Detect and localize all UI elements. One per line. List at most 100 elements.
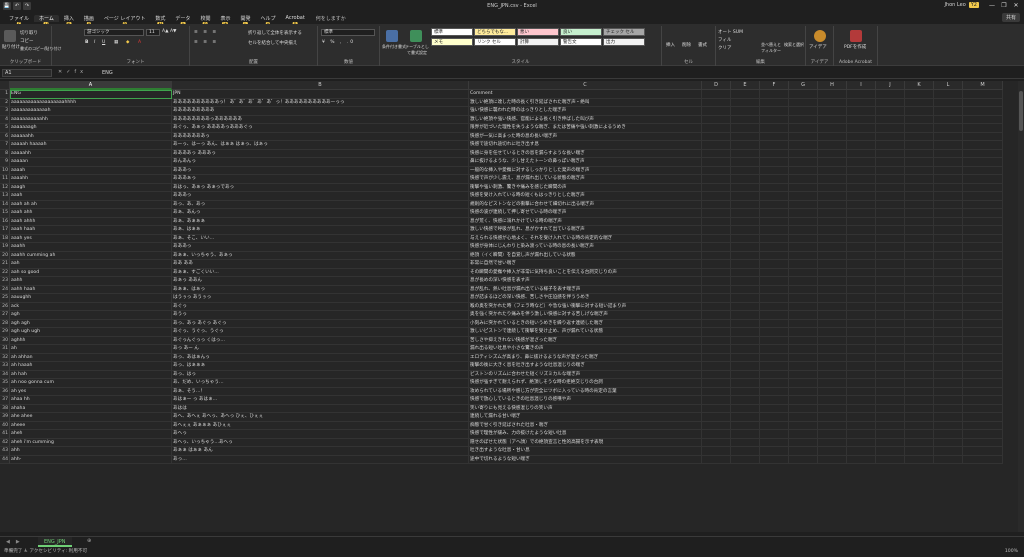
grid-cell[interactable]	[847, 455, 876, 464]
grid-cell[interactable]	[731, 421, 760, 430]
grid-cell[interactable]	[934, 149, 963, 158]
grid-cell[interactable]	[905, 455, 934, 464]
fx-icon[interactable]: fx	[74, 69, 87, 75]
grid-cell[interactable]	[702, 234, 731, 243]
grid-cell[interactable]	[731, 175, 760, 184]
grid-cell[interactable]	[760, 455, 789, 464]
grid-cell[interactable]	[847, 396, 876, 405]
grid-cell[interactable]	[702, 328, 731, 337]
grid-cell[interactable]	[876, 277, 905, 286]
grid-cell[interactable]: aah	[10, 260, 172, 269]
grid-cell[interactable]	[731, 438, 760, 447]
grid-cell[interactable]	[760, 370, 789, 379]
grid-cell[interactable]: あぁ、あんっ	[172, 209, 469, 218]
grid-cell[interactable]: aahh	[10, 277, 172, 286]
grid-cell[interactable]: 激しい絶頂や強い快感、官能による長く引き伸ばした叫び声	[469, 115, 702, 124]
zoom-level[interactable]: 100%	[1005, 547, 1018, 557]
clear-button[interactable]: クリア	[718, 45, 732, 51]
grid-cell[interactable]	[760, 404, 789, 413]
grid-cell[interactable]	[760, 141, 789, 150]
grid-cell[interactable]: 息が乱れ、熱い吐息が漏れ出ている様子を表す喘ぎ声	[469, 285, 702, 294]
grid-cell[interactable]	[760, 294, 789, 303]
grid-cell[interactable]	[905, 387, 934, 396]
grid-cell[interactable]: 快感に身を任せているときの息を漏らすような長い喘ぎ	[469, 149, 702, 158]
grid-cell[interactable]	[818, 302, 847, 311]
grid-cell[interactable]	[847, 217, 876, 226]
grid-cell[interactable]	[789, 302, 818, 311]
grid-cell[interactable]: aah so good	[10, 268, 172, 277]
grid-cell[interactable]	[963, 98, 1003, 107]
grid-cell[interactable]	[876, 107, 905, 116]
grid-cell[interactable]: aheh	[10, 430, 172, 439]
grid-cell[interactable]	[876, 115, 905, 124]
grid-cell[interactable]	[789, 285, 818, 294]
grid-cell[interactable]: aaaaaaagh	[10, 124, 172, 133]
delete-cells-button[interactable]: 削除	[682, 42, 691, 48]
underline-icon[interactable]: U	[102, 40, 105, 45]
grid-cell[interactable]	[963, 319, 1003, 328]
grid-cell[interactable]: 鼻に抜けるような、少し甘えたトーンの鼻っぽい喘ぎ声	[469, 158, 702, 167]
add-sheet-button[interactable]: ⊕	[87, 538, 91, 544]
grid-cell[interactable]	[789, 294, 818, 303]
grid-cell[interactable]	[963, 438, 1003, 447]
grid-cell[interactable]	[818, 396, 847, 405]
grid-cell[interactable]	[934, 217, 963, 226]
grid-cell[interactable]	[876, 421, 905, 430]
grid-cell[interactable]: 息が荒く、快感に溺れかけている時の喘ぎ声	[469, 217, 702, 226]
row-header[interactable]: 42	[0, 438, 10, 447]
grid-cell[interactable]	[731, 124, 760, 133]
find-select-button[interactable]: 検索と選択	[784, 42, 804, 48]
grid-cell[interactable]	[760, 90, 789, 99]
ribbon-tab[interactable]: AcrobatB	[281, 15, 310, 27]
grid-cell[interactable]	[702, 217, 731, 226]
grid-cell[interactable]: あ、だめ、いっちゃう…	[172, 379, 469, 388]
grid-cell[interactable]	[731, 277, 760, 286]
grid-cell[interactable]: あぐっ、あぁっ ああああっあああぐっ	[172, 124, 469, 133]
grid-cell[interactable]	[818, 226, 847, 235]
grid-cell[interactable]	[905, 209, 934, 218]
grid-cell[interactable]: aghhh	[10, 336, 172, 345]
grid-cell[interactable]	[818, 413, 847, 422]
row-header[interactable]: 3	[0, 107, 10, 116]
grid-cell[interactable]	[760, 132, 789, 141]
grid-cell[interactable]	[876, 200, 905, 209]
format-as-table-icon[interactable]	[410, 30, 422, 42]
grid-cell[interactable]: ah ahhan	[10, 353, 172, 362]
grid-cell[interactable]: 苦しさや抑えきれない快感が混ざった喘ぎ	[469, 336, 702, 345]
grid-cell[interactable]	[905, 447, 934, 456]
grid-cell[interactable]: あーっ、はーっ あん、はぁぁ はぁっ、はぁっ	[172, 141, 469, 150]
column-header[interactable]: K	[905, 81, 934, 90]
grid-cell[interactable]	[760, 268, 789, 277]
grid-cell[interactable]	[963, 285, 1003, 294]
grid-cell[interactable]	[876, 328, 905, 337]
grid-cell[interactable]	[731, 396, 760, 405]
grid-cell[interactable]	[731, 294, 760, 303]
grid-cell[interactable]	[963, 277, 1003, 286]
grid-cell[interactable]	[760, 200, 789, 209]
row-header[interactable]: 15	[0, 209, 10, 218]
grid-cell[interactable]	[731, 328, 760, 337]
grid-cell[interactable]	[934, 302, 963, 311]
grid-cell[interactable]	[702, 345, 731, 354]
row-header[interactable]: 33	[0, 362, 10, 371]
grid-cell[interactable]	[963, 370, 1003, 379]
grid-cell[interactable]	[876, 209, 905, 218]
grid-cell[interactable]	[789, 200, 818, 209]
grid-cell[interactable]	[818, 166, 847, 175]
grid-cell[interactable]	[934, 192, 963, 201]
grid-cell[interactable]	[818, 379, 847, 388]
grid-cell[interactable]: 息が詰まるほどの深い快感、苦しさや圧迫感を伴ううめき	[469, 294, 702, 303]
grid-cell[interactable]: 快感が身体にじんわりと染み渡っている時の息の長い喘ぎ声	[469, 243, 702, 252]
grid-cell[interactable]	[876, 345, 905, 354]
name-box[interactable]: A1	[2, 69, 52, 77]
grid-cell[interactable]	[789, 311, 818, 320]
grid-cell[interactable]: あっ、あっ あぐっ あぐっ	[172, 319, 469, 328]
grid-cell[interactable]	[789, 234, 818, 243]
grid-cell[interactable]	[876, 124, 905, 133]
sheet-tab[interactable]: ENG_JPN	[38, 537, 72, 547]
grid-cell[interactable]	[905, 107, 934, 116]
grid-cell[interactable]	[702, 226, 731, 235]
grid-cell[interactable]	[702, 132, 731, 141]
row-header[interactable]: 25	[0, 294, 10, 303]
grid-cell[interactable]	[818, 234, 847, 243]
